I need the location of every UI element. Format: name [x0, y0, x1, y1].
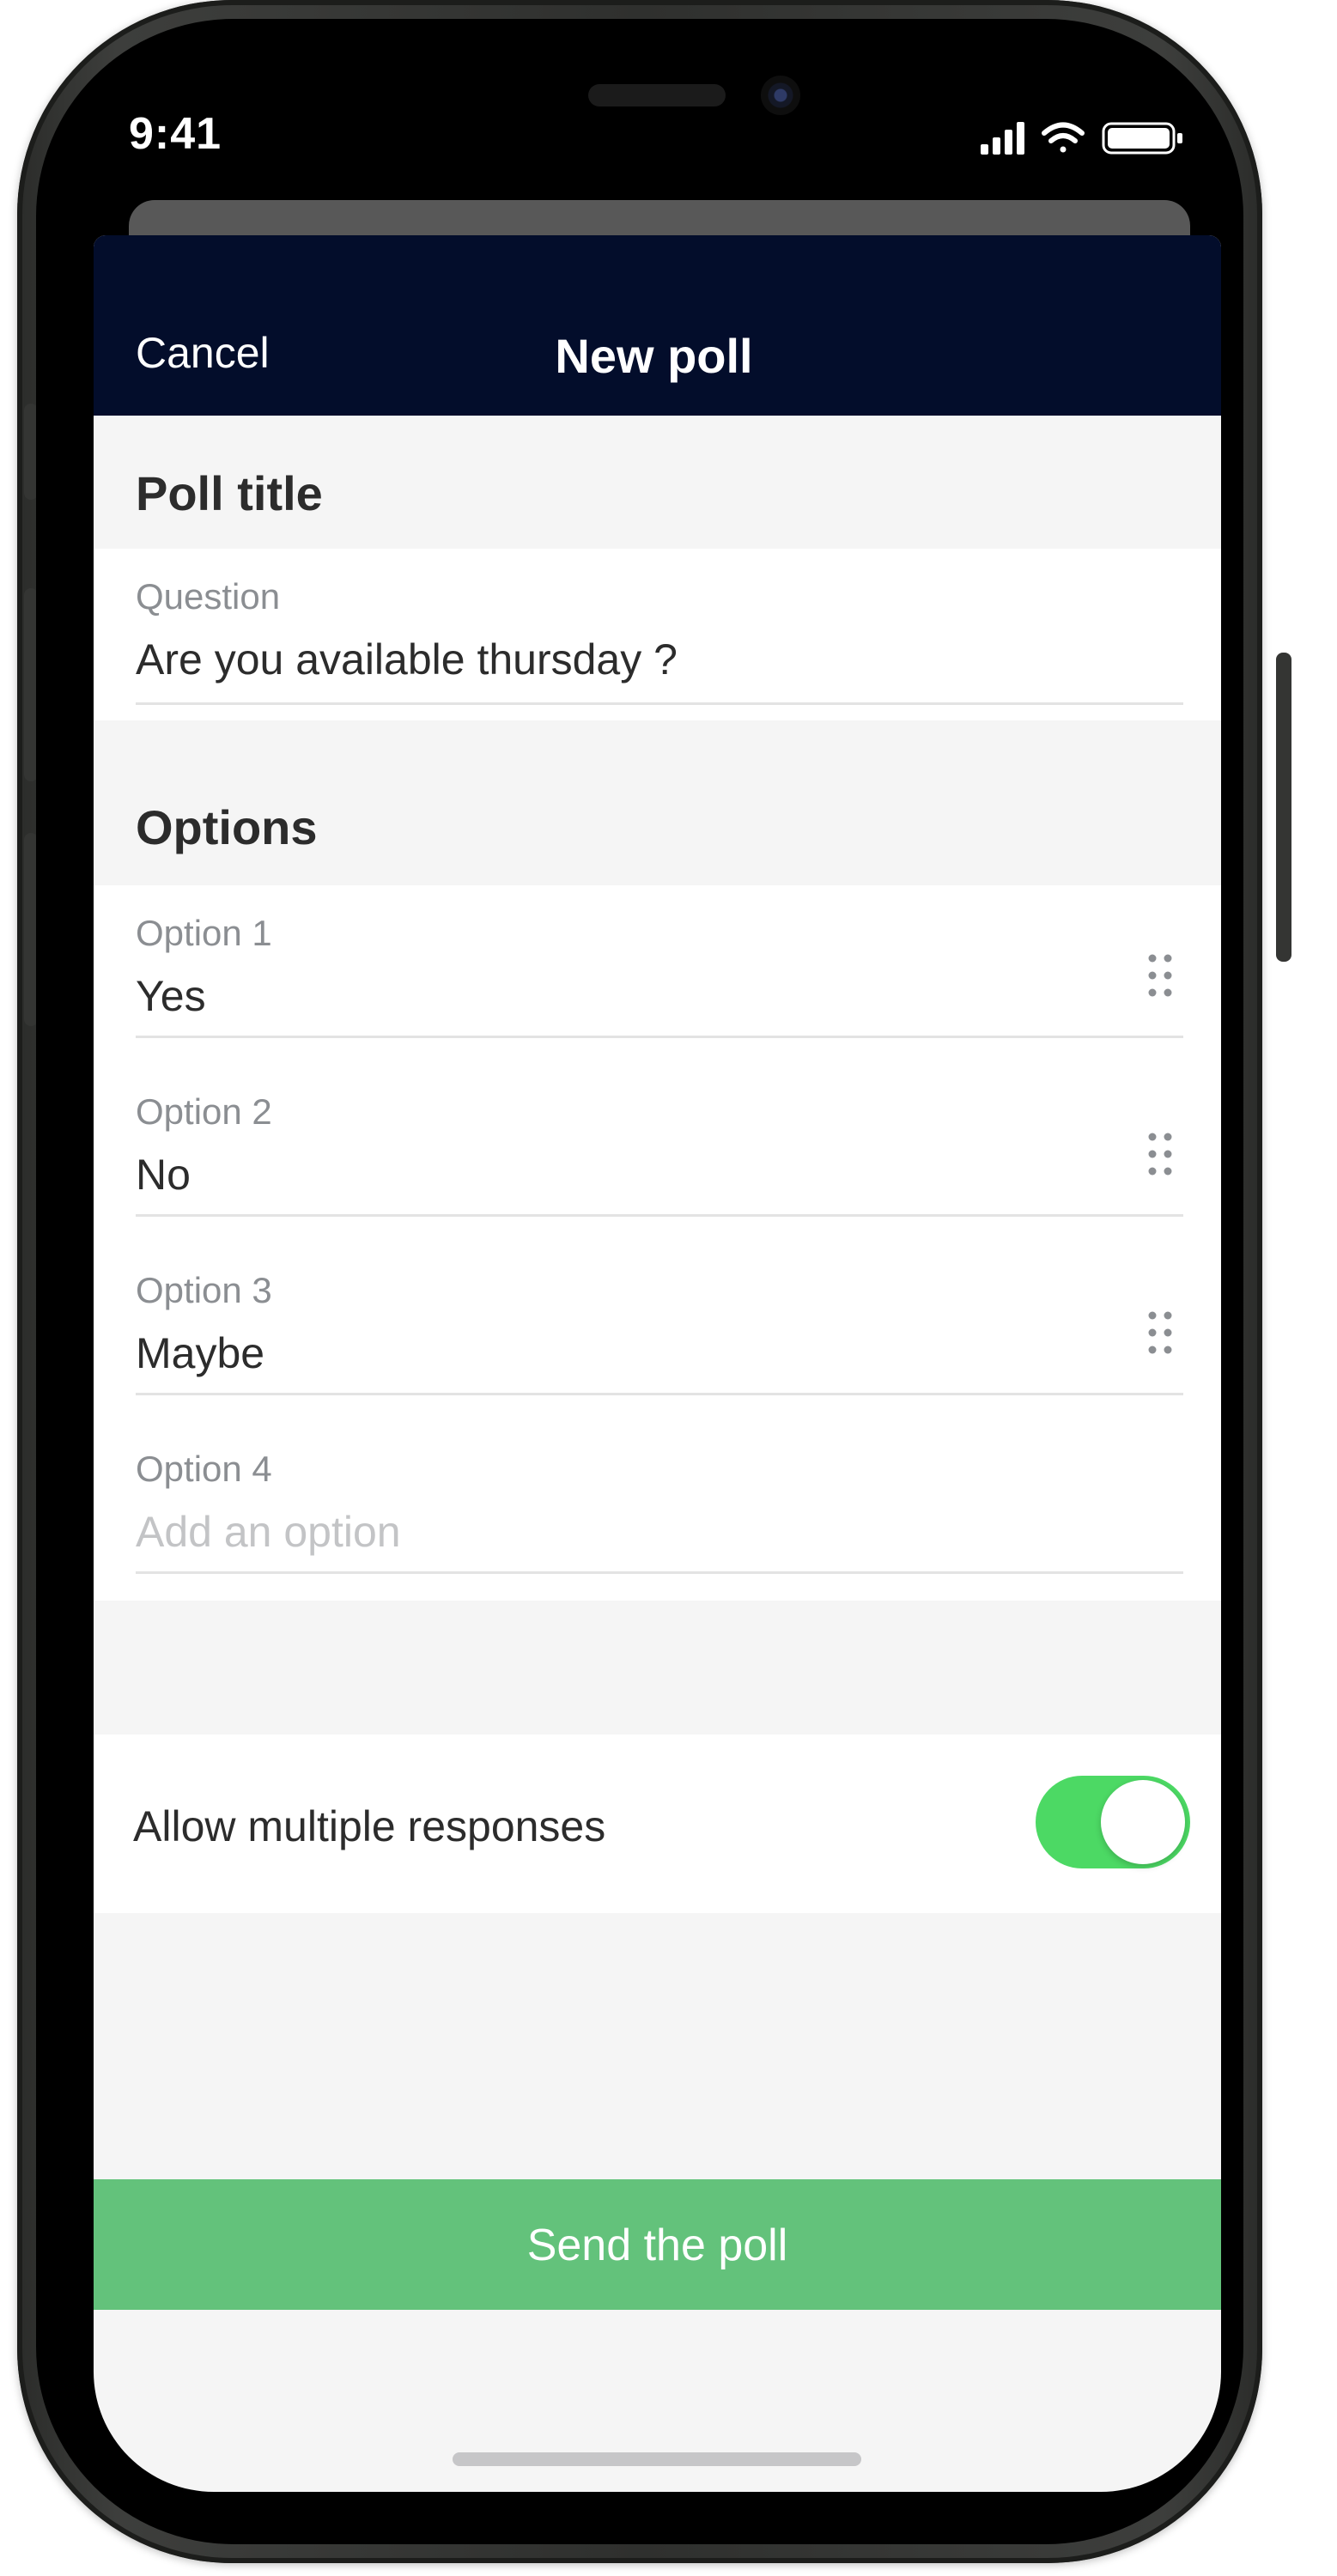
poll-title-heading: Poll title — [136, 466, 323, 520]
wifi-icon — [1042, 122, 1085, 153]
question-label: Question — [136, 576, 281, 617]
drag-handle-icon[interactable] — [1147, 1132, 1173, 1176]
allow-multiple-toggle[interactable] — [1036, 1776, 1190, 1868]
options-header: Options — [94, 720, 1221, 885]
home-indicator[interactable] — [453, 2452, 861, 2466]
options-heading: Options — [136, 800, 318, 854]
new-poll-sheet: Cancel New poll Poll title Question Are … — [94, 235, 1221, 2492]
option-label: Option 4 — [136, 1449, 272, 1489]
front-camera-icon — [761, 76, 800, 115]
option-input[interactable]: No — [136, 1150, 1080, 1200]
earpiece-speaker — [588, 84, 726, 106]
option-label: Option 3 — [136, 1270, 272, 1310]
question-block: Question Are you available thursday ? — [94, 549, 1221, 720]
add-option-input[interactable]: Add an option — [136, 1507, 1080, 1557]
option-field[interactable]: Option 4 Add an option — [136, 1421, 1183, 1574]
battery-icon — [1102, 122, 1182, 155]
option-input[interactable]: Maybe — [136, 1328, 1080, 1378]
page-title: New poll — [555, 329, 753, 383]
drag-handle-icon[interactable] — [1147, 953, 1173, 998]
toggle-knob — [1101, 1780, 1185, 1864]
option-input[interactable]: Yes — [136, 971, 1080, 1021]
option-field[interactable]: Option 2 No — [136, 1064, 1183, 1217]
cellular-signal-icon — [981, 122, 1024, 155]
status-time: 9:41 — [129, 109, 222, 159]
options-block: Option 1 Yes Option 2 No Option 3 Maybe … — [94, 885, 1221, 1601]
phone-frame: 9:41 Cancel New poll Poll title Question… — [17, 0, 1291, 2563]
poll-title-header: Poll title — [94, 416, 1221, 549]
option-field[interactable]: Option 3 Maybe — [136, 1242, 1183, 1395]
option-field[interactable]: Option 1 Yes — [136, 885, 1183, 1038]
power-button — [1276, 653, 1291, 962]
allow-multiple-label: Allow multiple responses — [133, 1802, 606, 1850]
nav-bar: Cancel New poll — [94, 235, 1221, 416]
question-field[interactable]: Question Are you available thursday ? — [136, 549, 1183, 705]
send-poll-button[interactable]: Send the poll — [94, 2179, 1221, 2310]
allow-multiple-row: Allow multiple responses — [94, 1735, 1221, 1913]
option-label: Option 1 — [136, 913, 272, 953]
option-label: Option 2 — [136, 1091, 272, 1132]
drag-handle-icon[interactable] — [1147, 1310, 1173, 1355]
question-input[interactable]: Are you available thursday ? — [136, 635, 1080, 684]
status-icons — [981, 122, 1182, 155]
